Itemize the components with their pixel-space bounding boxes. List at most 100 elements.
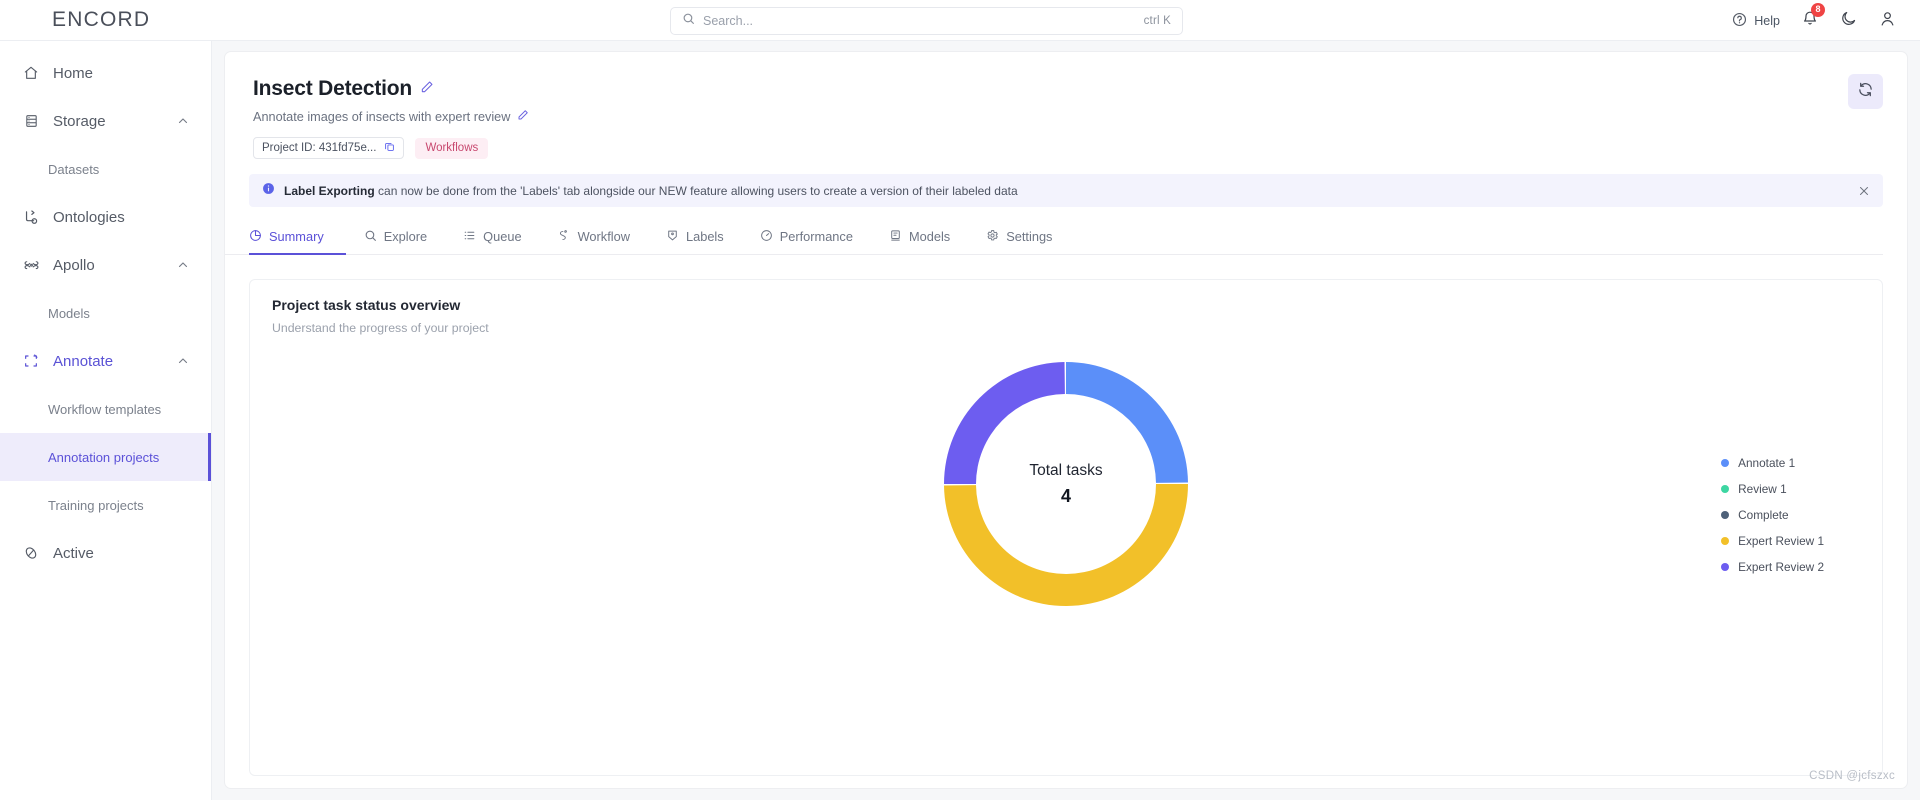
- watermark: CSDN @jcfszxc: [1809, 770, 1895, 782]
- tab-models[interactable]: Models: [871, 219, 968, 254]
- project-header: Insect Detection Annotate images of inse…: [225, 52, 1907, 159]
- total-tasks-value: 4: [1060, 485, 1071, 506]
- banner-message: Label Exporting can now be done from the…: [284, 184, 1018, 198]
- legend-color-dot: [1721, 511, 1730, 519]
- refresh-button[interactable]: [1848, 74, 1883, 109]
- sidebar-item-datasets[interactable]: Datasets: [0, 145, 211, 193]
- main-content: Insect Detection Annotate images of inse…: [212, 41, 1920, 800]
- tab-workflow[interactable]: Workflow: [540, 219, 648, 254]
- panel-subtitle: Understand the progress of your project: [272, 321, 489, 335]
- legend-label: Review 1: [1738, 482, 1787, 496]
- status-badge[interactable]: Workflows: [415, 137, 489, 159]
- legend-label: Annotate 1: [1738, 456, 1796, 470]
- apollo-icon: [22, 258, 40, 273]
- search-shortcut-hint: ctrl K: [1143, 15, 1171, 27]
- sidebar-item-workflow-templates[interactable]: Workflow templates: [0, 385, 211, 433]
- sidebar-item-label: Workflow templates: [48, 401, 162, 417]
- help-button[interactable]: Help: [1732, 12, 1780, 30]
- help-circle-icon: [1732, 12, 1747, 30]
- legend-color-dot: [1721, 485, 1730, 493]
- tab-summary[interactable]: Summary: [249, 219, 346, 255]
- pie-chart-icon: [249, 229, 262, 245]
- sidebar-item-models[interactable]: Models: [0, 289, 211, 337]
- info-banner: Label Exporting can now be done from the…: [249, 174, 1883, 207]
- info-icon: [262, 182, 275, 200]
- legend-label: Complete: [1738, 508, 1789, 522]
- project-id-chip[interactable]: Project ID: 431fd75e...: [253, 137, 405, 159]
- tab-label: Models: [908, 229, 951, 244]
- task-status-panel: Project task status overview Understand …: [249, 279, 1883, 776]
- search-icon: [682, 12, 695, 30]
- copy-icon[interactable]: [384, 141, 395, 155]
- help-label: Help: [1754, 13, 1780, 28]
- brand-name: ENCORD: [52, 8, 151, 31]
- user-account-button[interactable]: [1879, 10, 1896, 32]
- legend-item[interactable]: Expert Review 2: [1721, 560, 1824, 574]
- close-icon[interactable]: [1858, 185, 1870, 197]
- search-bar[interactable]: ctrl K: [670, 7, 1183, 35]
- sidebar-item-ontologies[interactable]: Ontologies: [0, 193, 211, 241]
- legend-item[interactable]: Annotate 1: [1721, 456, 1824, 470]
- sidebar-item-home[interactable]: Home: [0, 49, 211, 97]
- chevron-up-icon[interactable]: [177, 355, 189, 367]
- home-icon: [22, 65, 40, 81]
- panel-header: Project task status overview Understand …: [250, 280, 1882, 335]
- project-id-label: Project ID: 431fd75e...: [262, 142, 377, 154]
- gear-icon: [986, 229, 999, 245]
- project-description: Annotate images of insects with expert r…: [253, 110, 511, 124]
- brand-logo[interactable]: ENCORD: [0, 8, 212, 32]
- top-bar-actions: Help 8: [1732, 0, 1896, 41]
- legend-item[interactable]: Complete: [1721, 508, 1824, 522]
- user-icon: [1879, 10, 1896, 32]
- tab-bar: Summary Explore Queue Workflow Labels Pe…: [225, 219, 1883, 255]
- tab-settings[interactable]: Settings: [968, 219, 1070, 254]
- tab-queue[interactable]: Queue: [445, 219, 539, 254]
- moon-icon: [1840, 10, 1857, 32]
- sidebar-item-label: Ontologies: [53, 208, 125, 226]
- legend-item[interactable]: Expert Review 1: [1721, 534, 1824, 548]
- project-page-card: Insect Detection Annotate images of inse…: [224, 51, 1908, 789]
- banner-message-rest: can now be done from the 'Labels' tab al…: [374, 183, 1018, 198]
- sidebar-item-annotate[interactable]: Annotate: [0, 337, 211, 385]
- legend-label: Expert Review 2: [1738, 560, 1824, 574]
- storage-icon: [22, 113, 40, 129]
- sidebar-item-label: Models: [48, 305, 90, 321]
- tab-explore[interactable]: Explore: [346, 219, 445, 254]
- models-icon: [889, 229, 902, 245]
- pencil-icon[interactable]: [420, 80, 434, 99]
- dark-mode-toggle[interactable]: [1840, 10, 1857, 32]
- sidebar-item-label: Training projects: [48, 497, 144, 513]
- tab-label: Labels: [685, 229, 724, 244]
- search-input[interactable]: [703, 14, 1144, 28]
- pencil-icon[interactable]: [517, 108, 529, 126]
- sidebar-item-annotation-projects[interactable]: Annotation projects: [0, 433, 211, 481]
- sidebar-item-label: Home: [53, 64, 94, 82]
- sidebar-item-label: Apollo: [53, 256, 95, 274]
- legend-item[interactable]: Review 1: [1721, 482, 1824, 496]
- sidebar-item-active[interactable]: Active: [0, 529, 211, 577]
- notification-badge: 8: [1811, 2, 1825, 17]
- chevron-up-icon[interactable]: [177, 259, 189, 271]
- page-title: Insect Detection: [253, 77, 413, 100]
- notifications-button[interactable]: 8: [1802, 2, 1825, 32]
- tab-label: Explore: [383, 229, 428, 244]
- sidebar-item-storage[interactable]: Storage: [0, 97, 211, 145]
- tab-performance[interactable]: Performance: [742, 219, 871, 254]
- sidebar-item-label: Annotation projects: [48, 449, 160, 465]
- sidebar-item-label: Datasets: [48, 161, 100, 177]
- sidebar-item-label: Active: [53, 544, 94, 562]
- chevron-up-icon[interactable]: [177, 115, 189, 127]
- tab-label: Workflow: [577, 229, 630, 244]
- total-tasks-label: Total tasks: [1029, 461, 1103, 479]
- tag-icon: [666, 229, 679, 245]
- banner-message-bold: Label Exporting: [284, 183, 375, 198]
- legend-color-dot: [1721, 563, 1730, 571]
- sidebar-item-apollo[interactable]: Apollo: [0, 241, 211, 289]
- tab-labels[interactable]: Labels: [648, 219, 742, 254]
- sidebar-item-training-projects[interactable]: Training projects: [0, 481, 211, 529]
- legend-color-dot: [1721, 459, 1730, 467]
- active-icon: [22, 545, 40, 561]
- tab-label: Summary: [269, 229, 324, 244]
- donut-graphic: Total tasks 4: [942, 360, 1190, 608]
- sidebar-item-label: Storage: [53, 112, 106, 130]
